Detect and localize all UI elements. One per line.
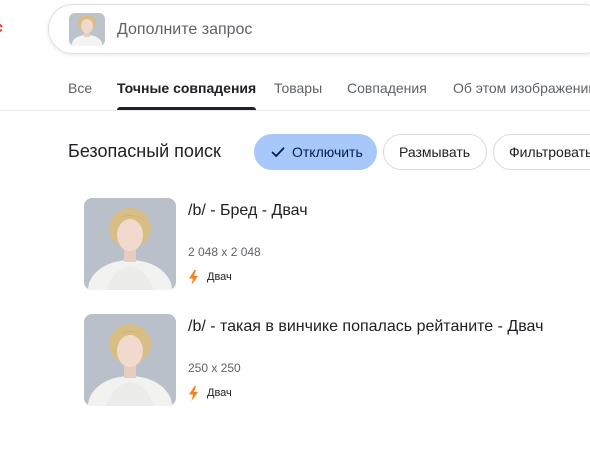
tab-matches[interactable]: Совпадения (347, 80, 427, 110)
result-source-link[interactable]: Двач (188, 269, 232, 285)
result-item: /b/ - такая в винчике попалась рейтаните… (84, 314, 584, 408)
result-source-name: Двач (207, 387, 232, 399)
search-bar[interactable] (48, 4, 590, 54)
tab-all[interactable]: Все (68, 80, 92, 110)
tab-about-this-image[interactable]: Об этом изображении (453, 80, 590, 110)
result-source-link[interactable]: Двач (188, 385, 232, 401)
result-title-link[interactable]: /b/ - такая в винчике попалась рейтаните… (188, 318, 543, 336)
result-item: /b/ - Бред - Двач 2 048 x 2 048 Двач (84, 198, 584, 292)
result-title-link[interactable]: /b/ - Бред - Двач (188, 202, 308, 220)
chip-label: Фильтровать (509, 144, 590, 160)
chip-label: Отключить (292, 144, 363, 160)
result-image-size: 2 048 x 2 048 (188, 245, 261, 259)
safe-search-filter-chip[interactable]: Фильтровать (493, 134, 590, 170)
result-source-name: Двач (207, 271, 232, 283)
result-thumbnail[interactable] (84, 198, 176, 290)
safe-search-off-chip[interactable]: Отключить (254, 134, 377, 170)
tab-exact-matches[interactable]: Точные совпадения (117, 80, 257, 110)
tab-products[interactable]: Товары (274, 80, 322, 110)
search-input[interactable] (117, 19, 417, 41)
google-logo-fragment[interactable] (0, 17, 6, 43)
checkmark-icon (270, 144, 286, 160)
safe-search-blur-chip[interactable]: Размывать (383, 134, 487, 170)
lightning-bolt-icon (188, 269, 199, 285)
lightning-bolt-icon (188, 385, 199, 401)
query-image-thumbnail[interactable] (69, 13, 105, 46)
tab-bar: Все Точные совпадения Товары Совпадения … (0, 68, 590, 111)
result-image-size: 250 x 250 (188, 361, 241, 375)
result-thumbnail[interactable] (84, 314, 176, 406)
safe-search-label: Безопасный поиск (68, 141, 221, 161)
chip-label: Размывать (399, 144, 471, 160)
